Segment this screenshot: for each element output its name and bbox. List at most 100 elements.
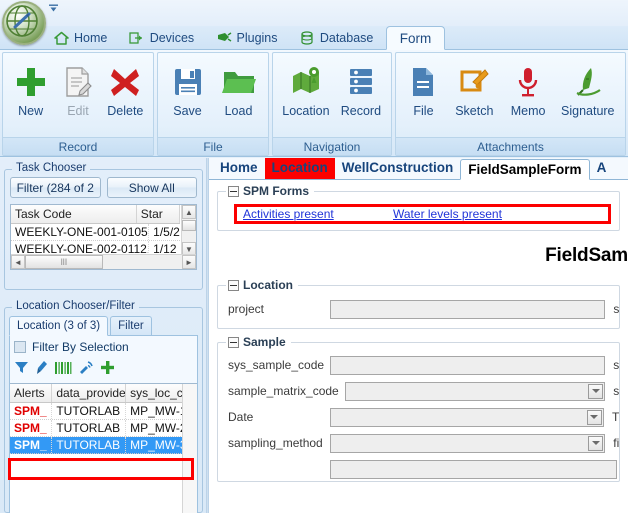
location-grid-row-selected[interactable]: SPM_ TUTORLAB MP_MW-3 bbox=[10, 437, 197, 454]
tab-location[interactable]: Location (3 of 3) bbox=[9, 316, 108, 336]
dropdown-arrow-icon[interactable] bbox=[588, 384, 603, 399]
ribbon-button-save[interactable]: Save bbox=[162, 57, 213, 118]
field-input-sys-sample-code[interactable] bbox=[330, 356, 605, 375]
form-tab-wellconstruction[interactable]: WellConstruction bbox=[335, 158, 461, 179]
filter-by-selection-checkbox[interactable] bbox=[14, 341, 26, 353]
dropdown-arrow-icon[interactable] bbox=[588, 436, 603, 451]
task-grid-col-task-code[interactable]: Task Code bbox=[11, 205, 137, 223]
ribbon-button-sketch-label: Sketch bbox=[455, 104, 493, 118]
ribbon-button-edit[interactable]: Edit bbox=[54, 57, 101, 118]
scroll-up-arrow-icon[interactable]: ▲ bbox=[182, 205, 196, 219]
task-filter-button[interactable]: Filter (284 of 2 bbox=[10, 177, 101, 198]
field-label-sampling-method: sampling_method bbox=[228, 436, 330, 450]
field-row-sample-matrix-code: sample_matrix_code s bbox=[218, 378, 619, 404]
location-chooser-panel: Location Chooser/Filter Location (3 of 3… bbox=[4, 307, 203, 513]
form-tab-overflow[interactable]: A bbox=[590, 158, 614, 179]
field-input-project[interactable] bbox=[330, 300, 605, 319]
ribbon-tab-database-label: Database bbox=[320, 31, 374, 45]
ribbon-tab-form[interactable]: Form bbox=[386, 26, 446, 50]
task-show-all-button[interactable]: Show All bbox=[107, 177, 198, 198]
vertical-scroll-thumb[interactable] bbox=[182, 220, 196, 231]
ribbon-button-record-nav[interactable]: Record bbox=[335, 57, 387, 118]
tab-filter[interactable]: Filter bbox=[110, 316, 152, 335]
task-grid-row[interactable]: WEEKLY-ONE-001-010515 1/5/2 bbox=[11, 224, 196, 241]
location-col-data-provider[interactable]: data_provider bbox=[52, 384, 126, 402]
field-input-partial[interactable] bbox=[330, 460, 617, 479]
stylus-pen-icon[interactable] bbox=[35, 360, 49, 378]
app-logo-globe-icon[interactable] bbox=[2, 1, 46, 45]
ribbon-group-attachments: File Sketch bbox=[395, 52, 626, 156]
ribbon-button-save-label: Save bbox=[173, 104, 202, 118]
spm-forms-title-row: SPM Forms bbox=[226, 184, 314, 198]
task-grid-col-start[interactable]: Star bbox=[137, 205, 180, 223]
field-trail-project: s bbox=[613, 302, 619, 316]
right-pane: Home Location WellConstruction FieldSamp… bbox=[209, 158, 628, 513]
ribbon-button-location[interactable]: Location bbox=[277, 57, 335, 118]
collapse-minus-icon[interactable] bbox=[228, 337, 239, 348]
collapse-minus-icon[interactable] bbox=[228, 186, 239, 197]
field-trail-sample-matrix-code: s bbox=[613, 384, 619, 398]
section-location-title-row: Location bbox=[226, 278, 298, 292]
task-grid-horizontal-scrollbar[interactable]: ◄ llI ► bbox=[11, 254, 196, 269]
ribbon-group-file: Save Load File bbox=[157, 52, 269, 156]
field-trail-sampling-method: fi bbox=[613, 436, 619, 450]
horizontal-scroll-thumb[interactable]: llI bbox=[25, 255, 103, 269]
collapse-minus-icon[interactable] bbox=[228, 280, 239, 291]
left-pane: Task Chooser Filter (284 of 2 Show All T… bbox=[0, 158, 206, 513]
field-input-sample-matrix-code[interactable] bbox=[345, 382, 605, 401]
server-record-icon bbox=[347, 61, 375, 103]
title-bar bbox=[0, 0, 628, 26]
field-trail-sys-sample-code: s bbox=[613, 358, 619, 372]
quick-access-chevron-down-icon[interactable] bbox=[48, 3, 60, 15]
link-water-levels-present[interactable]: Water levels present bbox=[393, 207, 502, 221]
location-grid-row[interactable]: SPM_ TUTORLAB MP_MW-1 bbox=[10, 403, 197, 420]
ribbon-tab-home-label: Home bbox=[74, 31, 107, 45]
location-alerts-value: SPM_ bbox=[10, 420, 52, 436]
field-input-date[interactable] bbox=[330, 408, 604, 427]
task-grid-vertical-scrollbar[interactable]: ▲ ▼ bbox=[181, 205, 196, 256]
ribbon-tab-plugins[interactable]: Plugins bbox=[207, 26, 287, 50]
ribbon-button-delete-label: Delete bbox=[107, 104, 143, 118]
barcode-icon[interactable] bbox=[55, 361, 72, 378]
location-grid-vertical-scrollbar[interactable] bbox=[182, 384, 197, 513]
ribbon-button-new[interactable]: New bbox=[7, 57, 54, 118]
field-row-sys-sample-code: sys_sample_code s bbox=[218, 352, 619, 378]
map-pin-icon bbox=[289, 61, 323, 103]
ribbon-tab-devices[interactable]: Devices bbox=[120, 26, 203, 50]
ribbon-button-memo[interactable]: Memo bbox=[502, 57, 555, 118]
ribbon-button-signature[interactable]: Signature bbox=[555, 57, 622, 118]
ribbon-button-memo-label: Memo bbox=[511, 104, 546, 118]
ribbon-tab-home[interactable]: Home bbox=[44, 26, 116, 50]
add-plus-icon[interactable] bbox=[100, 360, 115, 378]
form-tab-home[interactable]: Home bbox=[213, 158, 265, 179]
ribbon-button-load[interactable]: Load bbox=[213, 57, 264, 118]
ribbon-button-sketch[interactable]: Sketch bbox=[447, 57, 502, 118]
task-grid-header: Task Code Star bbox=[11, 205, 180, 224]
form-tab-location[interactable]: Location bbox=[265, 158, 335, 179]
ribbon-button-file[interactable]: File bbox=[400, 57, 447, 118]
ribbon-button-file-label: File bbox=[413, 104, 433, 118]
scroll-right-arrow-icon[interactable]: ► bbox=[182, 255, 196, 269]
task-chooser-title: Task Chooser bbox=[12, 162, 90, 174]
filter-by-selection-row[interactable]: Filter By Selection bbox=[10, 336, 197, 356]
location-tab-body: Filter By Selection bbox=[9, 336, 198, 513]
task-code-value: WEEKLY-ONE-001-010515 bbox=[11, 224, 149, 240]
location-grid[interactable]: Alerts data_provider sys_loc_code SPM_ T… bbox=[10, 383, 197, 513]
ribbon-button-delete[interactable]: Delete bbox=[102, 57, 149, 118]
field-trail-date: T bbox=[612, 410, 619, 424]
ribbon-group-record: New Edit bbox=[2, 52, 154, 156]
funnel-filter-icon[interactable] bbox=[14, 360, 29, 378]
dropdown-arrow-icon[interactable] bbox=[587, 410, 602, 425]
ribbon-button-edit-label: Edit bbox=[67, 104, 89, 118]
scroll-left-arrow-icon[interactable]: ◄ bbox=[11, 255, 25, 269]
form-tab-fieldsampleform[interactable]: FieldSampleForm bbox=[460, 159, 589, 180]
location-col-alerts[interactable]: Alerts bbox=[10, 384, 52, 402]
location-grid-row[interactable]: SPM_ TUTORLAB MP_MW-2 bbox=[10, 420, 197, 437]
link-activities-present[interactable]: Activities present bbox=[243, 207, 393, 221]
field-input-sampling-method[interactable] bbox=[330, 434, 605, 453]
ribbon-tab-database[interactable]: Database bbox=[290, 26, 383, 50]
wireless-signal-icon[interactable] bbox=[78, 360, 94, 378]
task-grid[interactable]: Task Code Star WEEKLY-ONE-001-010515 1/5… bbox=[10, 204, 197, 270]
form-tab-bar: Home Location WellConstruction FieldSamp… bbox=[209, 158, 628, 180]
section-sample-title: Sample bbox=[243, 335, 286, 349]
